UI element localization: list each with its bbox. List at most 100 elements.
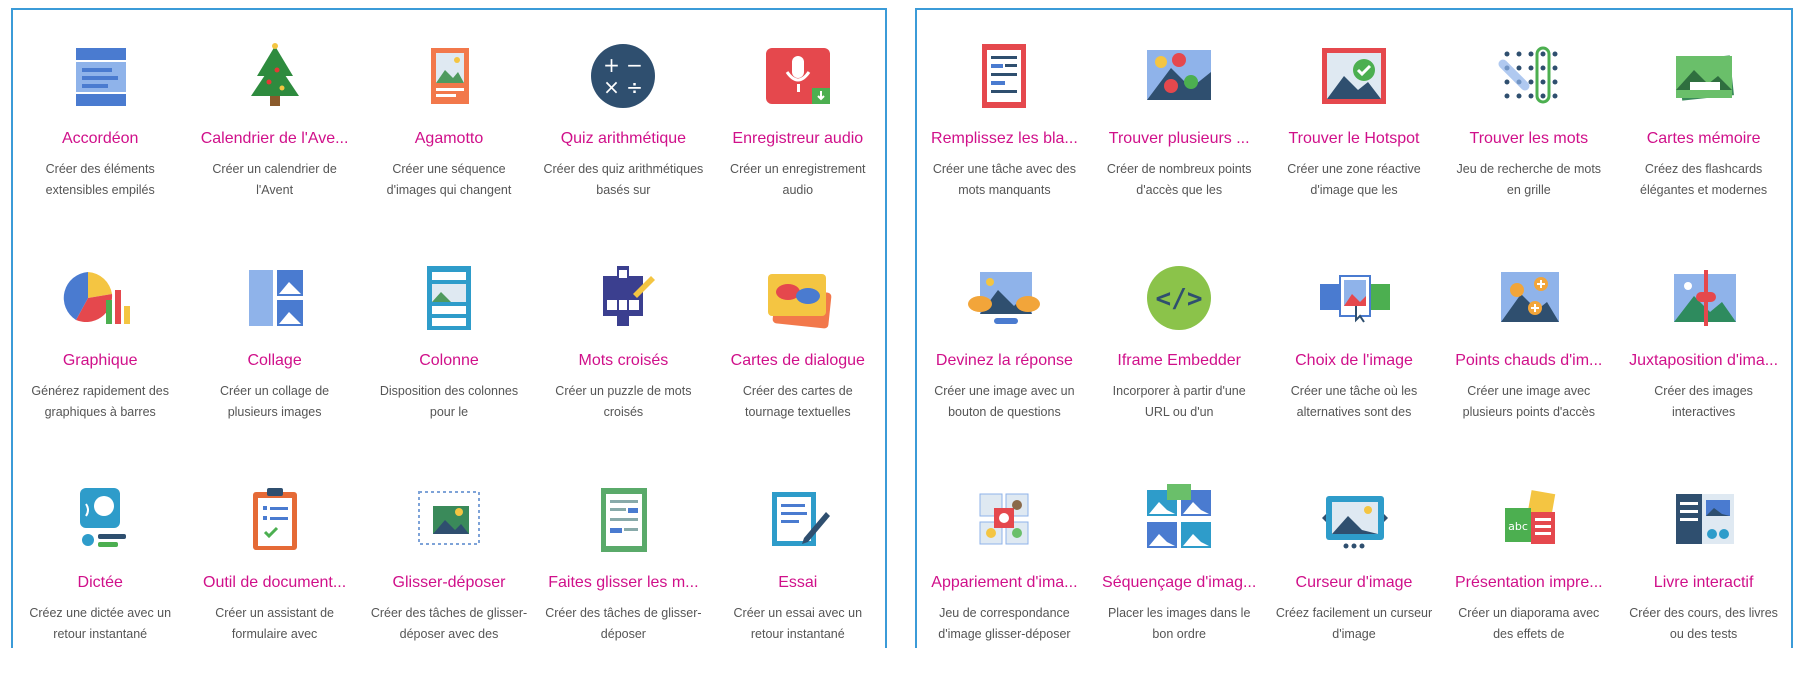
dialog-cards-icon xyxy=(758,258,838,338)
card-title[interactable]: Appariement d'ima... xyxy=(916,574,1092,592)
presentation-icon: abc xyxy=(1489,480,1569,560)
card-title[interactable]: Points chauds d'im... xyxy=(1441,352,1617,370)
card-description: Créer des cours, des livres ou des tests xyxy=(1629,606,1778,641)
image-sequencing-icon xyxy=(1139,480,1219,560)
picture-frame-icon xyxy=(409,36,489,116)
content-type-card[interactable]: Cartes mémoire Créez des flashcards éléga… xyxy=(1616,26,1792,236)
chart-icon xyxy=(60,258,140,338)
column-icon xyxy=(409,258,489,338)
card-title[interactable]: Collage xyxy=(187,352,363,370)
card-title[interactable]: Dictée xyxy=(12,574,188,592)
hotspot-icon xyxy=(1314,36,1394,116)
content-type-card[interactable]: Essai Créer un essai avec un retour insta… xyxy=(710,470,886,680)
card-title[interactable]: Trouver le Hotspot xyxy=(1266,130,1442,148)
content-type-card[interactable]: Devinez la réponse Créer une image avec u… xyxy=(916,248,1092,458)
card-description: Créer un essai avec un retour instantané xyxy=(733,606,863,641)
right-card-grid: Remplissez les bla... Créer une tâche ave… xyxy=(917,10,1791,648)
card-title[interactable]: Faites glisser les m... xyxy=(535,574,711,592)
content-type-card[interactable]: Remplissez les bla... Créer une tâche ave… xyxy=(916,26,1092,236)
collage-icon xyxy=(235,258,315,338)
content-type-card[interactable]: + − × ÷ Quiz arithmétique Créer des quiz ar… xyxy=(535,26,711,236)
image-pairing-icon xyxy=(964,480,1044,560)
content-type-card[interactable]: Trouver le Hotspot Créer une zone réactiv… xyxy=(1266,26,1442,236)
card-description: Créer un collage de plusieurs images xyxy=(220,384,330,419)
content-type-card[interactable]: Dictée Créez une dictée avec un retour in… xyxy=(12,470,188,680)
microphone-icon xyxy=(758,36,838,116)
card-title[interactable]: Agamotto xyxy=(361,130,537,148)
card-title[interactable]: Graphique xyxy=(12,352,188,370)
card-description: Jeu de recherche de mots en grille xyxy=(1456,162,1602,197)
content-type-card[interactable]: Faites glisser les m... Créer des tâches … xyxy=(535,470,711,680)
content-type-card[interactable]: Trouver les mots Jeu de recherche de mots… xyxy=(1441,26,1617,236)
card-title[interactable]: Quiz arithmétique xyxy=(535,130,711,148)
dictation-icon xyxy=(60,480,140,560)
card-title[interactable]: Trouver les mots xyxy=(1441,130,1617,148)
card-title[interactable]: Glisser-déposer xyxy=(361,574,537,592)
content-type-card[interactable]: Outil de document... Créer un assistant d… xyxy=(187,470,363,680)
card-title[interactable]: Curseur d'image xyxy=(1266,574,1442,592)
content-type-card[interactable]: Curseur d'image Créez facilement un curse… xyxy=(1266,470,1442,680)
content-type-card[interactable]: abc Présentation impre... Créer un diapora… xyxy=(1441,470,1617,680)
card-title[interactable]: Mots croisés xyxy=(535,352,711,370)
content-type-card[interactable]: Glisser-déposer Créer des tâches de gliss… xyxy=(361,470,537,680)
content-type-card[interactable]: Livre interactif Créer des cours, des liv… xyxy=(1616,470,1792,680)
card-title[interactable]: Essai xyxy=(710,574,886,592)
content-type-card[interactable]: Cartes de dialogue Créer des cartes de to… xyxy=(710,248,886,458)
card-title[interactable]: Séquençage d'imag... xyxy=(1091,574,1267,592)
card-description: Placer les images dans le bon ordre xyxy=(1107,606,1251,641)
content-type-card[interactable]: Mots croisés Créer un puzzle de mots croi… xyxy=(535,248,711,458)
card-description: Créer des tâches de glisser-déposer xyxy=(545,606,702,641)
left-card-grid: Accordéon Créer des éléments extensibles … xyxy=(13,10,885,648)
content-type-card[interactable]: Trouver plusieurs ... Créer de nombreux p… xyxy=(1091,26,1267,236)
content-type-card[interactable]: Agamotto Créer une séquence d'images qui … xyxy=(361,26,537,236)
drag-text-icon xyxy=(583,480,663,560)
fill-blanks-icon xyxy=(964,36,1044,116)
card-description: Jeu de correspondance d'image glisser-dé… xyxy=(938,606,1071,641)
card-description: Créer des éléments extensibles empilés xyxy=(45,162,155,197)
content-type-card[interactable]: Choix de l'image Créer une tâche où les a… xyxy=(1266,248,1442,458)
card-title[interactable]: Colonne xyxy=(361,352,537,370)
card-title[interactable]: Iframe Embedder xyxy=(1091,352,1267,370)
card-title[interactable]: Cartes mémoire xyxy=(1616,130,1792,148)
card-description: Créer des cartes de tournage textuelles xyxy=(742,384,853,419)
content-type-card[interactable]: Appariement d'ima... Jeu de correspondanc… xyxy=(916,470,1092,680)
multi-hotspot-icon xyxy=(1139,36,1219,116)
svg-text:abc: abc xyxy=(1508,520,1528,533)
card-title[interactable]: Calendrier de l'Ave... xyxy=(187,130,363,148)
card-description: Créer une tâche avec des mots manquants xyxy=(932,162,1076,197)
content-type-card[interactable]: Séquençage d'imag... Placer les images da… xyxy=(1091,470,1267,680)
content-type-card[interactable]: Accordéon Créer des éléments extensibles … xyxy=(12,26,188,236)
card-title[interactable]: Accordéon xyxy=(12,130,188,148)
card-description: Générez rapidement des graphiques à barr… xyxy=(31,384,169,419)
content-type-card[interactable]: Graphique Générez rapidement des graphiqu… xyxy=(12,248,188,458)
image-choice-icon xyxy=(1314,258,1394,338)
card-title[interactable]: Livre interactif xyxy=(1616,574,1792,592)
interactive-book-icon xyxy=(1664,480,1744,560)
card-title[interactable]: Juxtaposition d'ima... xyxy=(1616,352,1792,370)
accordion-icon xyxy=(60,36,140,116)
card-description: Créer une image avec un bouton de questi… xyxy=(934,384,1075,419)
card-title[interactable]: Trouver plusieurs ... xyxy=(1091,130,1267,148)
card-title[interactable]: Outil de document... xyxy=(187,574,363,592)
content-type-card[interactable]: Enregistreur audio Créer un enregistremen… xyxy=(710,26,886,236)
word-search-icon xyxy=(1489,36,1569,116)
svg-text:</>: </> xyxy=(1156,284,1203,314)
card-title[interactable]: Choix de l'image xyxy=(1266,352,1442,370)
right-content-type-panel: Remplissez les bla... Créer une tâche ave… xyxy=(915,8,1793,648)
card-title[interactable]: Cartes de dialogue xyxy=(710,352,886,370)
content-type-card[interactable]: Calendrier de l'Ave... Créer un calendrie… xyxy=(187,26,363,236)
card-title[interactable]: Présentation impre... xyxy=(1441,574,1617,592)
card-title[interactable]: Enregistreur audio xyxy=(710,130,886,148)
guess-answer-icon xyxy=(964,258,1044,338)
image-hotspots-icon xyxy=(1489,258,1569,338)
card-description: Disposition des colonnes pour le xyxy=(379,384,519,419)
card-description: Créer un puzzle de mots croisés xyxy=(555,384,692,419)
content-type-card[interactable]: Collage Créer un collage de plusieurs ima… xyxy=(187,248,363,458)
content-type-card[interactable]: Points chauds d'im... Créer une image ave… xyxy=(1441,248,1617,458)
card-title[interactable]: Devinez la réponse xyxy=(916,352,1092,370)
card-title[interactable]: Remplissez les bla... xyxy=(916,130,1092,148)
content-type-card[interactable]: </> Iframe Embedder Incorporer à partir d'… xyxy=(1091,248,1267,458)
content-type-card[interactable]: Juxtaposition d'ima... Créer des images i… xyxy=(1616,248,1792,458)
christmas-tree-icon xyxy=(235,36,315,116)
content-type-card[interactable]: Colonne Disposition des colonnes pour le xyxy=(361,248,537,458)
